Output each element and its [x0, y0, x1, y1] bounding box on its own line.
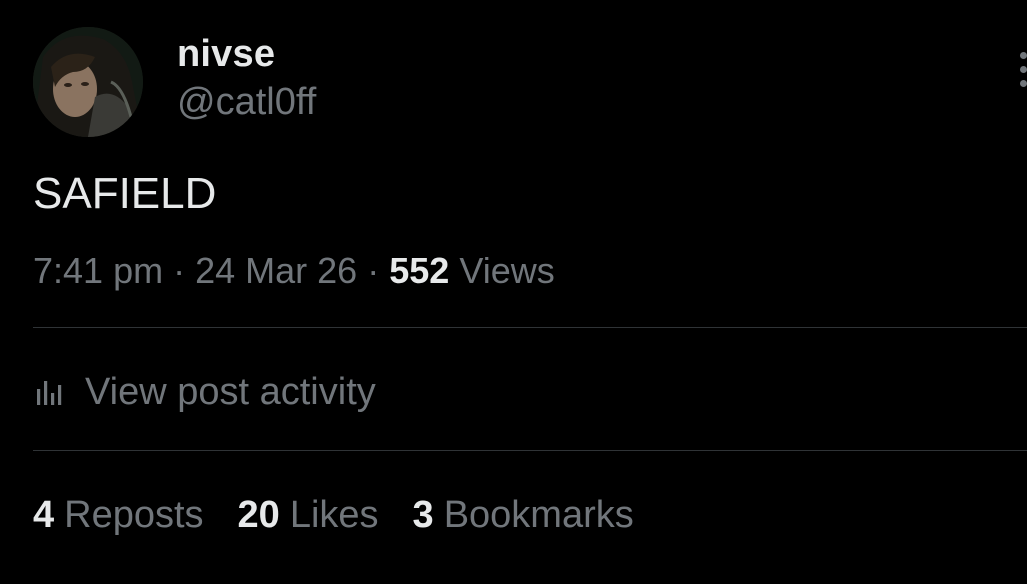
avatar-image [33, 27, 143, 137]
post-time[interactable]: 7:41 pm [33, 250, 163, 291]
bookmarks-count: 3 [412, 494, 434, 536]
view-post-activity-label: View post activity [85, 371, 376, 413]
meta-separator: · [367, 250, 380, 291]
reposts-stat[interactable]: 4 Reposts [33, 492, 204, 538]
more-options-icon[interactable] [1016, 52, 1027, 92]
avatar[interactable] [33, 27, 143, 137]
meta-separator: · [173, 250, 186, 291]
view-post-activity-button[interactable]: View post activity [33, 367, 376, 417]
reposts-count: 4 [33, 494, 55, 536]
user-handle[interactable]: @catl0ff [177, 80, 316, 124]
analytics-bars-icon [33, 375, 67, 409]
bookmarks-label: Bookmarks [443, 494, 634, 536]
divider [33, 450, 1027, 451]
post-meta: 7:41 pm · 24 Mar 26 · 552 Views [33, 250, 555, 292]
reposts-label: Reposts [64, 494, 204, 536]
views-count: 552 [389, 250, 450, 291]
display-name[interactable]: nivse [177, 32, 275, 76]
post-detail: nivse @catl0ff SAFIELD 7:41 pm · 24 Mar … [0, 0, 1027, 584]
views-label: Views [459, 250, 555, 291]
likes-label: Likes [289, 494, 379, 536]
post-date[interactable]: 24 Mar 26 [195, 250, 357, 291]
bookmarks-stat[interactable]: 3 Bookmarks [413, 492, 634, 538]
post-text: SAFIELD [33, 169, 217, 218]
divider [33, 327, 1027, 328]
likes-stat[interactable]: 20 Likes [238, 492, 379, 538]
engagement-stats: 4 Reposts 20 Likes 3 Bookmarks [33, 492, 668, 538]
likes-count: 20 [237, 494, 280, 536]
